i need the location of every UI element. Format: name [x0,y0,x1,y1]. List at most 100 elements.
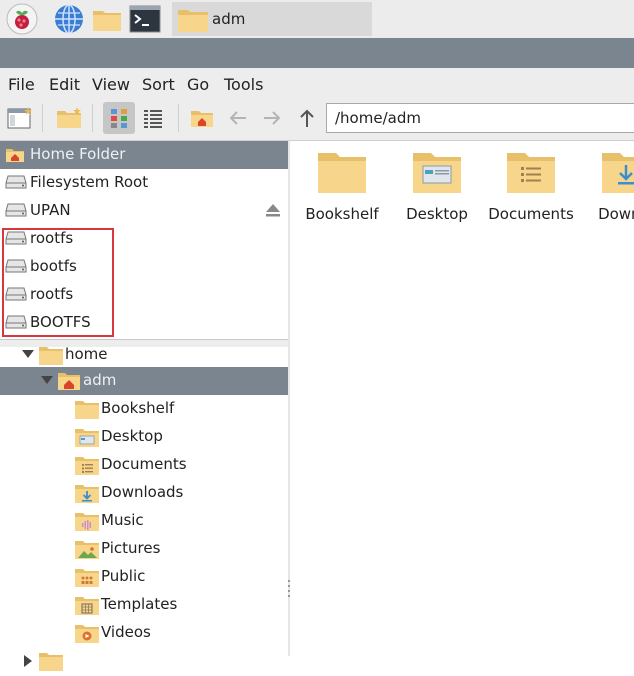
tree-item-label: Bookshelf [101,399,175,417]
tree-item-label: adm [83,371,117,389]
menu-sort[interactable]: Sort [142,75,175,94]
desktop-folder-icon [413,153,461,193]
directory-tree: home adm Bookshelf Desktop Documents Dow… [0,345,289,671]
taskbar: adm [0,0,634,38]
taskbar-window-button[interactable]: adm [172,2,372,36]
file-label: Desktop [406,205,468,223]
place-filesystem-root[interactable]: Filesystem Root [0,169,288,197]
new-folder-icon [57,107,81,128]
place-label: UPAN [30,201,71,219]
tree-item-label: Templates [101,595,178,613]
path-input[interactable] [327,104,634,132]
place-home-folder[interactable]: Home Folder [0,141,288,169]
drive-icon [5,175,27,193]
file-item-bookshelf[interactable]: Bookshelf [297,149,387,223]
tree-item-label: Desktop [101,427,163,445]
toolbar-separator [42,104,43,132]
tree-item-bookshelf[interactable]: Bookshelf [0,395,288,423]
menu-edit[interactable]: Edit [49,75,80,94]
menu-file[interactable]: File [8,75,35,94]
tree-item-templates[interactable]: Templates [0,591,288,619]
drive-icon [5,203,27,221]
music-folder-icon [74,510,100,536]
up-arrow-icon [300,109,314,127]
menubar: File Edit View Sort Go Tools [0,68,634,98]
folder-icon [318,153,366,193]
expander-down-icon[interactable] [22,350,34,358]
highlight-annotation-box [2,228,114,337]
file-manager-icon[interactable] [91,3,123,35]
tree-item-pictures[interactable]: Pictures [0,535,288,563]
expander-down-icon[interactable] [41,376,53,384]
desktop-folder-icon [74,426,100,452]
home-folder-icon [57,370,81,396]
folder-icon [74,398,100,424]
path-bar[interactable] [326,103,634,133]
new-window-icon [7,107,32,129]
window-title-bar [0,38,634,68]
file-item-downloads[interactable]: Downlo [581,149,634,223]
tree-item-adm[interactable]: adm [0,367,288,395]
tree-item-label: Downloads [101,483,184,501]
toolbar [0,98,634,141]
tree-item-label: Pictures [101,539,161,557]
home-icon [5,147,25,167]
documents-folder-icon [74,454,100,480]
eject-icon[interactable] [265,203,281,221]
tree-item-music[interactable]: Music [0,507,288,535]
back-arrow-icon [229,111,246,125]
new-window-button[interactable] [4,102,36,134]
tree-item-label: Public [101,567,146,585]
place-label: Home Folder [30,145,126,163]
tree-item-label: Music [101,511,144,529]
icon-view-button[interactable] [103,102,135,134]
up-button[interactable] [291,102,323,134]
tree-item-partial[interactable] [0,647,288,675]
file-label: Downlo [598,205,634,223]
menu-go[interactable]: Go [187,75,209,94]
place-label: Filesystem Root [30,173,149,191]
toolbar-separator [92,104,93,132]
tree-item-desktop[interactable]: Desktop [0,423,288,451]
raspberry-menu-icon[interactable] [6,3,38,35]
menu-view[interactable]: View [92,75,130,94]
new-folder-button[interactable] [53,102,85,134]
tree-item-videos[interactable]: Videos [0,619,288,647]
downloads-folder-icon [74,482,100,508]
terminal-icon[interactable] [129,3,161,35]
home-button[interactable] [186,102,218,134]
tree-item-public[interactable]: Public [0,563,288,591]
file-icon-view: Bookshelf Desktop Documents Downlo [291,141,634,656]
pictures-folder-icon [74,538,100,564]
splitter-grip[interactable] [288,578,290,600]
videos-folder-icon [74,622,100,648]
list-view-icon [144,110,162,128]
home-folder-icon [191,111,213,127]
menu-tools[interactable]: Tools [224,75,263,94]
file-label: Documents [488,205,574,223]
folder-icon [38,650,64,676]
file-label: Bookshelf [305,205,379,223]
taskbar-window-label: adm [212,10,246,28]
forward-button[interactable] [256,102,288,134]
expander-right-icon[interactable] [24,655,32,667]
icon-view-icon [111,109,127,128]
back-button[interactable] [222,102,254,134]
tree-item-downloads[interactable]: Downloads [0,479,288,507]
list-view-button[interactable] [137,102,169,134]
tree-item-label: Documents [101,455,187,473]
tree-item-label: Videos [101,623,151,641]
tree-item-home[interactable]: home [0,341,288,369]
tree-item-label: home [65,345,108,363]
place-upan[interactable]: UPAN [0,197,288,225]
templates-folder-icon [74,594,100,620]
file-item-desktop[interactable]: Desktop [392,149,482,223]
forward-arrow-icon [264,111,281,125]
folder-icon [177,6,209,38]
web-browser-icon[interactable] [53,3,85,35]
tree-item-documents[interactable]: Documents [0,451,288,479]
file-item-documents[interactable]: Documents [486,149,576,223]
downloads-folder-icon [602,153,634,193]
public-folder-icon [74,566,100,592]
toolbar-separator [178,104,179,132]
